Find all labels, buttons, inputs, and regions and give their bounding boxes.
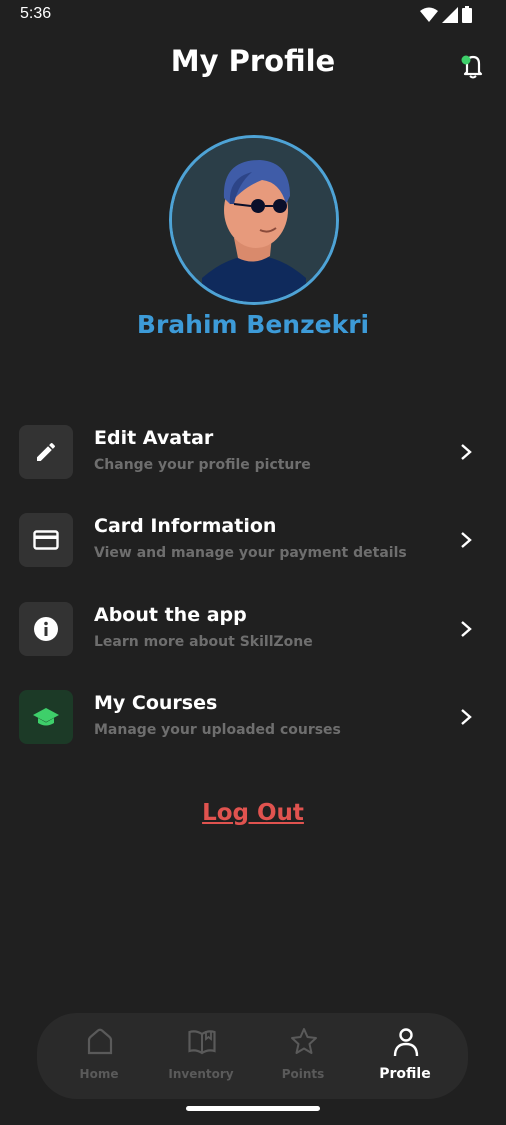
notification-bell-icon[interactable] <box>459 52 487 80</box>
nav-label: Home <box>79 1067 119 1081</box>
menu-item-title: About the app <box>94 604 247 626</box>
graduation-cap-icon <box>33 708 59 726</box>
info-icon <box>34 617 58 641</box>
nav-item-profile[interactable]: Profile <box>355 1013 455 1099</box>
menu-item-title: My Courses <box>94 692 218 714</box>
status-bar: 5:36 <box>0 0 506 30</box>
user-icon <box>393 1028 419 1057</box>
nav-item-points[interactable]: Points <box>253 1013 353 1099</box>
chevron-right-icon <box>461 621 472 637</box>
menu-item-edit-avatar[interactable]: Edit Avatar Change your profile picture <box>0 425 506 485</box>
menu-item-card-information[interactable]: Card Information View and manage your pa… <box>0 513 506 573</box>
page-title: My Profile <box>170 44 336 78</box>
nav-label: Inventory <box>168 1067 234 1081</box>
card-icon <box>33 530 59 550</box>
bottom-nav: Home Inventory Points Profile <box>37 1013 468 1099</box>
pencil-icon <box>37 442 55 461</box>
home-indicator[interactable] <box>186 1106 320 1111</box>
nav-item-inventory[interactable]: Inventory <box>151 1013 251 1099</box>
status-icons <box>420 6 472 23</box>
avatar[interactable] <box>169 135 339 305</box>
menu-item-my-courses[interactable]: My Courses Manage your uploaded courses <box>0 690 506 750</box>
wifi-icon <box>420 7 438 22</box>
chevron-right-icon <box>461 532 472 548</box>
battery-icon <box>462 6 472 23</box>
chevron-right-icon <box>461 709 472 725</box>
nav-label: Profile <box>379 1066 431 1082</box>
menu-item-subtitle: Manage your uploaded courses <box>94 722 341 738</box>
menu-icon-box <box>19 602 73 656</box>
menu-icon-box <box>19 513 73 567</box>
nav-item-home[interactable]: Home <box>49 1013 149 1099</box>
chevron-right-icon <box>461 444 472 460</box>
menu-item-title: Card Information <box>94 515 277 537</box>
menu-item-about-app[interactable]: About the app Learn more about SkillZone <box>0 602 506 662</box>
signal-icon <box>442 6 458 23</box>
menu-item-subtitle: Change your profile picture <box>94 457 311 473</box>
menu-icon-box <box>19 690 73 744</box>
menu-item-subtitle: View and manage your payment details <box>94 545 407 561</box>
nav-label: Points <box>281 1067 325 1081</box>
status-time: 5:36 <box>20 5 52 22</box>
home-icon <box>87 1028 113 1055</box>
menu-icon-box <box>19 425 73 479</box>
book-icon <box>188 1030 216 1055</box>
menu-item-subtitle: Learn more about SkillZone <box>94 634 313 650</box>
logout-link[interactable]: Log Out <box>0 800 506 826</box>
menu-item-title: Edit Avatar <box>94 427 214 449</box>
user-name: Brahim Benzekri <box>136 310 370 339</box>
star-icon <box>291 1028 317 1054</box>
